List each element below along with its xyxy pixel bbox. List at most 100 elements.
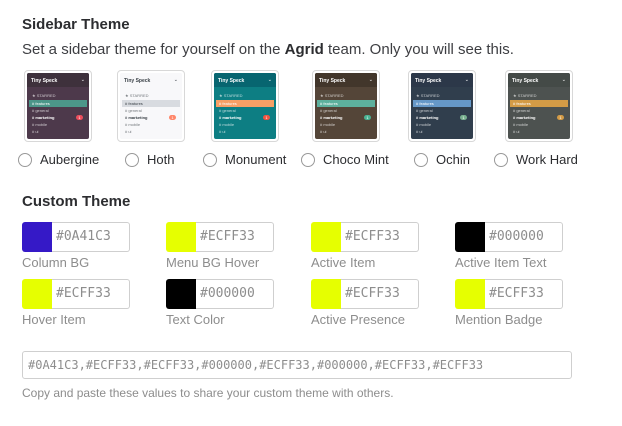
custom-theme-help-text: Copy and paste these values to share you… <box>22 386 394 400</box>
custom-theme-values-input[interactable]: #0A41C3,#ECFF33,#ECFF33,#000000,#ECFF33,… <box>22 351 572 379</box>
radio-button[interactable] <box>301 152 315 167</box>
color-picker-active-presence: #ECFF33 <box>311 279 419 309</box>
theme-thumbnail-text: Tiny Speck <box>218 78 245 84</box>
theme-option-ochin[interactable]: Ochin <box>414 152 470 167</box>
color-swatch[interactable] <box>166 222 196 252</box>
theme-thumbnail-text: # marketing <box>219 115 242 120</box>
color-swatch-label: Mention Badge <box>455 312 543 327</box>
color-hex-input[interactable]: #0A41C3 <box>52 222 130 252</box>
theme-thumbnail-active-item: # features <box>29 100 87 107</box>
theme-thumbnail-text: ★ STARRED <box>416 93 440 98</box>
radio-button[interactable] <box>414 152 428 167</box>
theme-thumbnail-active-item: # features <box>317 100 375 107</box>
theme-thumbnail-text: # general <box>416 108 433 113</box>
radio-button[interactable] <box>494 152 508 167</box>
theme-thumbnail-text: # mobile <box>219 122 235 127</box>
color-swatch-label: Active Item <box>311 255 376 270</box>
theme-thumbnail-text: # ui <box>416 129 423 134</box>
theme-thumbnail-text: # ui <box>513 129 520 134</box>
color-hex-input[interactable]: #ECFF33 <box>485 279 563 309</box>
color-swatch[interactable] <box>311 222 341 252</box>
theme-thumbnail-text: # ui <box>125 129 132 134</box>
theme-option-choco-mint[interactable]: Choco Mint <box>301 152 389 167</box>
theme-thumbnail-text: # marketing <box>32 115 55 120</box>
custom-theme-title: Custom Theme <box>22 193 131 210</box>
theme-thumbnail-text: # marketing <box>513 115 536 120</box>
theme-thumbnail-text: Tiny Speck <box>124 78 151 84</box>
color-swatch-label: Hover Item <box>22 312 86 327</box>
theme-thumbnail-text: # ui <box>219 129 226 134</box>
theme-thumbnail-text: # ui <box>32 129 39 134</box>
theme-thumbnail-text: # mobile <box>513 122 529 127</box>
theme-option-label: Ochin <box>436 152 470 167</box>
color-hex-input[interactable]: #ECFF33 <box>341 279 419 309</box>
theme-option-aubergine[interactable]: Aubergine <box>18 152 99 167</box>
theme-option-label: Hoth <box>147 152 175 167</box>
theme-thumbnail-text: ★ STARRED <box>125 93 149 98</box>
color-picker-active-item: #ECFF33 <box>311 222 419 252</box>
theme-option-monument[interactable]: Monument <box>203 152 286 167</box>
theme-option-label: Choco Mint <box>323 152 389 167</box>
theme-thumbnail-text: ★ STARRED <box>320 93 344 98</box>
color-picker-text-color: #000000 <box>166 279 274 309</box>
theme-thumbnail-badge: 1 <box>263 115 270 120</box>
color-swatch[interactable] <box>455 222 485 252</box>
theme-thumbnail-badge: 1 <box>364 115 371 120</box>
theme-thumbnail[interactable]: Tiny Speck ⌄ ★ STARRED # features # general #… <box>312 70 380 142</box>
theme-thumbnail[interactable]: Tiny Speck ⌄ ★ STARRED # features # general #… <box>408 70 476 142</box>
sidebar-theme-title: Sidebar Theme <box>22 16 130 33</box>
theme-thumbnail-text: ⌄ <box>368 77 373 83</box>
theme-thumbnail-text: Tiny Speck <box>415 78 442 84</box>
theme-thumbnail-text: # general <box>32 108 49 113</box>
theme-thumbnail-text: # mobile <box>320 122 336 127</box>
theme-thumbnail-active-item: # features <box>413 100 471 107</box>
theme-thumbnail-text: # mobile <box>32 122 48 127</box>
color-hex-input[interactable]: #000000 <box>196 279 274 309</box>
radio-button[interactable] <box>18 152 32 167</box>
theme-thumbnail-badge: 1 <box>460 115 467 120</box>
radio-button[interactable] <box>203 152 217 167</box>
color-hex-input[interactable]: #000000 <box>485 222 563 252</box>
theme-thumbnail-text: # mobile <box>125 122 141 127</box>
theme-thumbnail-text: # general <box>125 108 142 113</box>
color-hex-input[interactable]: #ECFF33 <box>52 279 130 309</box>
theme-thumbnail-text: # marketing <box>416 115 439 120</box>
theme-thumbnail-text: Tiny Speck <box>512 78 539 84</box>
color-swatch-label: Text Color <box>166 312 225 327</box>
theme-thumbnail-text: # general <box>513 108 530 113</box>
color-swatch-label: Menu BG Hover <box>166 255 260 270</box>
theme-thumbnail-text: ⌄ <box>267 77 272 83</box>
theme-thumbnail-badge: 1 <box>557 115 564 120</box>
color-swatch[interactable] <box>166 279 196 309</box>
radio-button[interactable] <box>125 152 139 167</box>
theme-thumbnail[interactable]: Tiny Speck ⌄ ★ STARRED # features # general #… <box>505 70 573 142</box>
theme-thumbnail-text: ⌄ <box>173 77 178 83</box>
theme-option-label: Aubergine <box>40 152 100 167</box>
theme-thumbnail-text: ⌄ <box>464 77 469 83</box>
theme-thumbnail-text: ★ STARRED <box>219 93 243 98</box>
theme-option-work-hard[interactable]: Work Hard <box>494 152 578 167</box>
color-swatch-label: Column BG <box>22 255 90 270</box>
theme-thumbnail-text: # general <box>219 108 236 113</box>
theme-thumbnail-active-item: # features <box>510 100 568 107</box>
color-hex-input[interactable]: #ECFF33 <box>196 222 274 252</box>
color-swatch[interactable] <box>22 279 52 309</box>
theme-thumbnail-text: ★ STARRED <box>513 93 537 98</box>
color-hex-input[interactable]: #ECFF33 <box>341 222 419 252</box>
theme-option-hoth[interactable]: Hoth <box>125 152 174 167</box>
color-swatch[interactable] <box>311 279 341 309</box>
theme-option-label: Work Hard <box>516 152 578 167</box>
theme-thumbnail[interactable]: Tiny Speck ⌄ ★ STARRED # features # general #… <box>211 70 279 142</box>
theme-thumbnail-text: # mobile <box>416 122 432 127</box>
theme-thumbnail-text: # marketing <box>125 115 148 120</box>
team-name: Agrid <box>284 41 324 58</box>
color-swatch[interactable] <box>455 279 485 309</box>
color-swatch-label: Active Item Text <box>455 255 547 270</box>
theme-thumbnail[interactable]: Tiny Speck ⌄ ★ STARRED # features # general #… <box>117 70 185 142</box>
theme-thumbnail-text: # general <box>320 108 337 113</box>
color-swatch[interactable] <box>22 222 52 252</box>
color-picker-mention-badge: #ECFF33 <box>455 279 563 309</box>
theme-thumbnail[interactable]: Tiny Speck ⌄ ★ STARRED # features # general #… <box>24 70 92 142</box>
theme-thumbnail-active-item: # features <box>216 100 274 107</box>
color-picker-menu-bg-hover: #ECFF33 <box>166 222 274 252</box>
